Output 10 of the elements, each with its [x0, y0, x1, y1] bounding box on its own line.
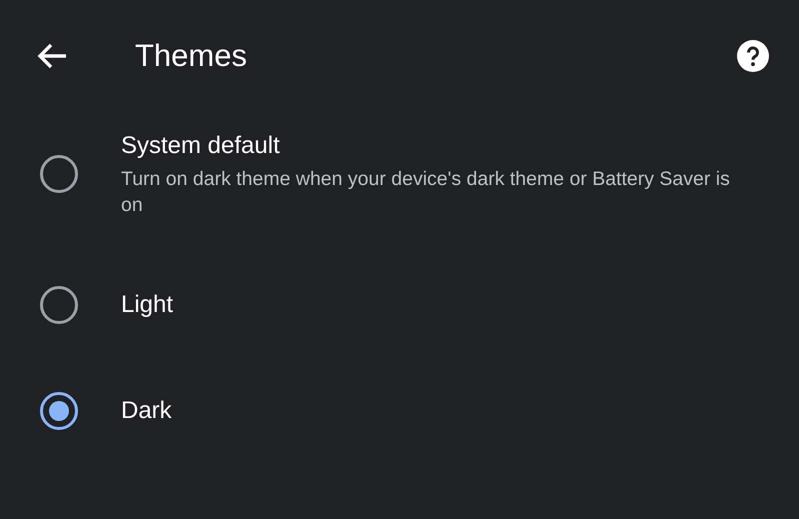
- option-label: Light: [121, 291, 174, 319]
- page-title: Themes: [135, 38, 248, 74]
- radio-button[interactable]: [40, 155, 78, 193]
- option-label: System default: [121, 132, 281, 160]
- radio-button[interactable]: [40, 392, 78, 430]
- option-label: Dark: [121, 397, 173, 425]
- back-arrow-icon[interactable]: [37, 43, 67, 69]
- radio-button[interactable]: [40, 286, 78, 324]
- help-icon[interactable]: [737, 40, 769, 72]
- option-description: Turn on dark theme when your device's dark theme or Battery Saver is on: [121, 167, 731, 218]
